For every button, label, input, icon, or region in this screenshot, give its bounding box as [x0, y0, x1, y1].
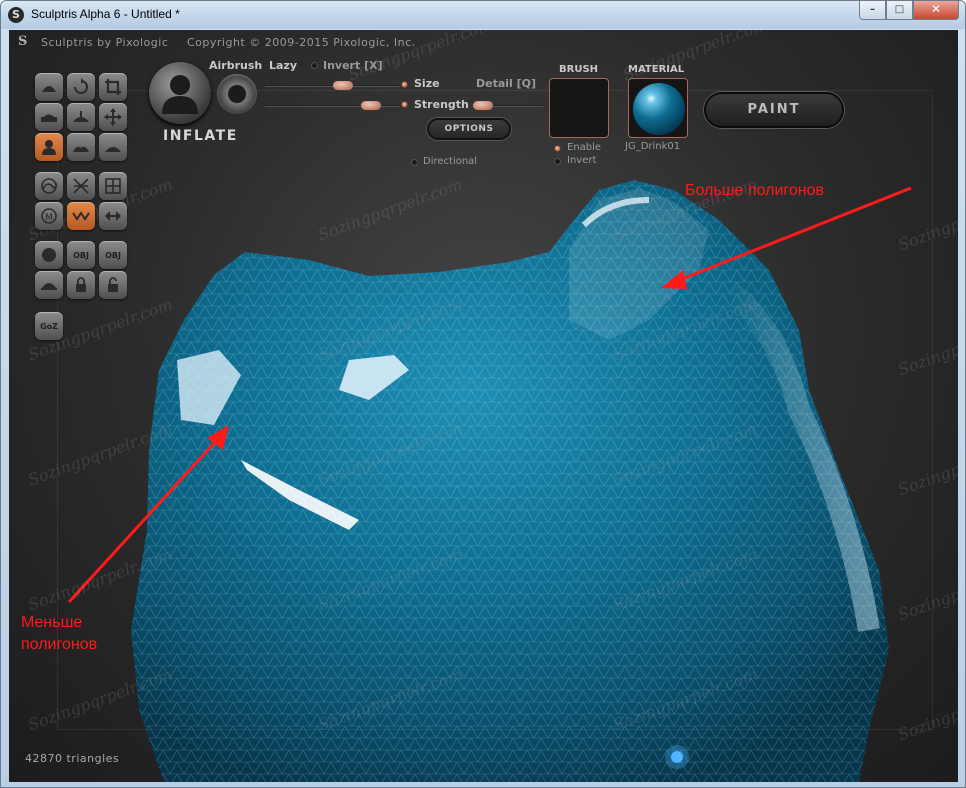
annotation-less-polygons-line1: Меньше [21, 614, 83, 631]
goz-tool[interactable]: GoZ [35, 312, 63, 340]
goz-label: GoZ [40, 321, 58, 331]
material-preview-ball [633, 83, 685, 135]
airbrush-label: Airbrush [209, 59, 263, 72]
sphere-tool[interactable] [35, 241, 63, 269]
mirror-icon [105, 211, 121, 221]
reduce-selected-icon [73, 178, 89, 194]
reduce-brush-tool[interactable] [35, 172, 63, 200]
import-obj-label: OBJ [73, 250, 89, 260]
draw-icon [42, 86, 56, 92]
annotation-less-polygons-line2: полигонов [21, 636, 98, 653]
size-slider[interactable] [265, 85, 399, 87]
inflate-tool[interactable] [35, 133, 63, 161]
window-title: Sculptris Alpha 6 - Untitled * [31, 7, 180, 21]
plane-tool[interactable] [35, 271, 63, 299]
pinch-icon [73, 111, 89, 122]
plane-icon [41, 283, 57, 290]
directional-toggle[interactable] [411, 159, 418, 166]
invert-label: Invert [X] [323, 59, 383, 72]
paint-button[interactable]: PAINT [704, 92, 844, 128]
minimize-button[interactable]: – [859, 1, 886, 20]
options-button[interactable]: OPTIONS [427, 118, 511, 140]
crease-tool[interactable] [67, 133, 95, 161]
brush-invert-toggle[interactable] [554, 158, 561, 165]
brush-texture-slot[interactable] [549, 78, 609, 138]
lock-icon [76, 277, 86, 292]
sculptris-app: Sozingpqrpelr.com Sozingpqrpelr.com Sozi… [9, 30, 958, 782]
symmetry-icon [72, 211, 90, 221]
inflate-icon [42, 140, 56, 155]
airbrush-toggle[interactable] [217, 74, 257, 114]
sculptris-s-icon: S [18, 34, 28, 49]
brush-enable-label: Enable [567, 142, 602, 153]
sculptris-logo-icon: S [8, 7, 24, 23]
info-bar: S Sculptris by Pixologic Copyright © 200… [9, 30, 958, 52]
brush-invert-label: Invert [567, 155, 597, 166]
unlock-icon [108, 277, 118, 292]
lazy-label: Lazy [269, 59, 298, 72]
mirror-tool[interactable] [99, 202, 127, 230]
grid-tool[interactable] [99, 172, 127, 200]
crop-tool[interactable] [99, 73, 127, 101]
detail-label: Detail [Q] [476, 77, 537, 90]
brush-panel-title: BRUSH [559, 64, 599, 75]
material-name: JG_Drink01 [625, 141, 681, 152]
smooth-tool[interactable] [99, 133, 127, 161]
move-tool[interactable] [99, 103, 127, 131]
brand-text: Sculptris by Pixologic [41, 36, 169, 49]
detail-slider-knob[interactable] [473, 101, 493, 110]
sculptris-window: S Sculptris Alpha 6 - Untitled * – □ ✕ S… [0, 0, 966, 788]
strength-toggle[interactable] [401, 101, 408, 108]
rotate-icon [74, 78, 88, 94]
size-toggle[interactable] [401, 81, 408, 88]
svg-text:M: M [45, 213, 53, 223]
material-slot[interactable] [628, 78, 688, 138]
annotation-more-polygons: Больше полигонов [685, 182, 824, 199]
brush-enable-toggle[interactable] [554, 145, 561, 152]
draw-tool[interactable] [35, 73, 63, 101]
smooth-icon [105, 147, 121, 152]
close-button[interactable]: ✕ [913, 1, 959, 20]
export-obj-label: OBJ [105, 250, 121, 260]
mask-tool[interactable]: M [35, 202, 63, 230]
inflate-brush-icon [162, 75, 198, 114]
size-label: Size [414, 77, 440, 90]
reduce-brush-icon [41, 178, 57, 194]
sphere-icon [42, 248, 56, 262]
invert-toggle[interactable] [311, 62, 318, 69]
grid-icon [105, 178, 121, 194]
reduce-selected-tool[interactable] [67, 172, 95, 200]
crease-icon [73, 146, 89, 152]
flatten-tool[interactable] [35, 103, 63, 131]
flatten-icon [41, 114, 57, 122]
import-obj-tool[interactable]: OBJ [67, 241, 95, 269]
rotate-tool[interactable] [67, 73, 95, 101]
brush-name: INFLATE [163, 128, 238, 144]
triangle-count: 42870 triangles [25, 752, 120, 765]
export-obj-tool[interactable]: OBJ [99, 241, 127, 269]
directional-label: Directional [423, 156, 478, 167]
window-controls: – □ ✕ [859, 1, 959, 20]
symmetry-tool[interactable] [67, 202, 95, 230]
size-slider-knob[interactable] [333, 81, 353, 90]
copyright-text: Copyright © 2009-2015 Pixologic, Inc. [187, 36, 416, 49]
strength-slider-knob[interactable] [361, 101, 381, 110]
lock-tool[interactable] [67, 271, 95, 299]
mask-icon: M [41, 208, 57, 224]
pinch-tool[interactable] [67, 103, 95, 131]
strength-label: Strength [414, 98, 469, 111]
brush-preview[interactable] [149, 62, 211, 124]
unlock-tool[interactable] [99, 271, 127, 299]
material-panel-title: MATERIAL [628, 64, 685, 75]
move-icon [104, 108, 122, 126]
title-bar[interactable]: S Sculptris Alpha 6 - Untitled * – □ ✕ [1, 1, 965, 29]
maximize-button[interactable]: □ [886, 1, 913, 20]
crop-icon [105, 79, 121, 95]
